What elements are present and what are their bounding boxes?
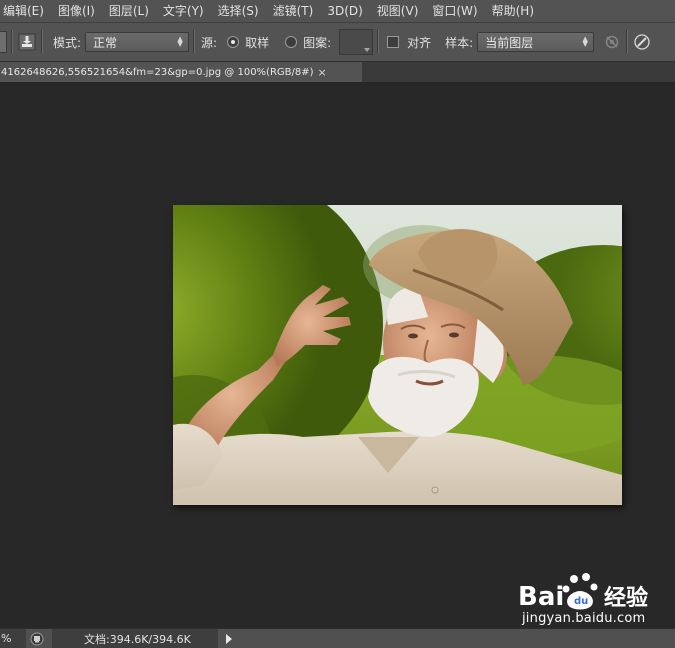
align-label: 对齐: [407, 35, 432, 50]
svg-text:经验: 经验: [604, 585, 648, 611]
align-checkbox[interactable]: [387, 36, 400, 48]
zoom-value: %: [1, 632, 12, 645]
menu-bar: 编辑(E) 图像(I) 图层(L) 文字(Y) 选择(S) 滤镜(T) 3D(D…: [0, 0, 675, 23]
options-divider: [626, 30, 629, 54]
mode-select-value: 正常: [93, 35, 118, 50]
document-image[interactable]: [173, 205, 622, 505]
menu-image[interactable]: 图像(I): [51, 0, 102, 22]
status-menu-arrow-icon[interactable]: [226, 633, 232, 644]
select-arrows-icon: ▲ ▼: [582, 35, 588, 48]
tool-preset-picker[interactable]: [0, 31, 7, 53]
menu-filter[interactable]: 滤镜(T): [266, 0, 321, 22]
close-icon[interactable]: ×: [318, 66, 327, 79]
pressure-brush-icon[interactable]: [632, 32, 652, 52]
menu-help[interactable]: 帮助(H): [485, 0, 541, 22]
sample-select-value: 当前图层: [485, 35, 534, 50]
ignore-adjustment-layers-icon[interactable]: [602, 32, 622, 52]
source-sampled-radio[interactable]: [227, 36, 240, 48]
document-tab-bar: 4162648626,556521654&fm=23&gp=0.jpg @ 10…: [0, 62, 675, 83]
mode-label: 模式:: [53, 35, 82, 50]
document-tab[interactable]: 4162648626,556521654&fm=23&gp=0.jpg @ 10…: [0, 62, 362, 82]
source-pattern-radio[interactable]: [285, 36, 298, 48]
menu-edit[interactable]: 编辑(E): [0, 0, 51, 22]
menu-view[interactable]: 视图(V): [370, 0, 426, 22]
baidu-logo: Bai du 经验: [518, 573, 648, 612]
clone-source-icon[interactable]: [17, 32, 37, 52]
menu-select[interactable]: 选择(S): [211, 0, 266, 22]
svg-text:du: du: [574, 596, 588, 607]
watermark-url: jingyan.baidu.com: [522, 611, 646, 626]
baidu-jingyan-watermark: Bai du 经验 jingyan.baidu.com: [516, 571, 666, 631]
pattern-picker[interactable]: [339, 29, 374, 55]
options-divider: [193, 30, 196, 54]
options-bar: 模式: 正常 ▲ ▼ 源: 取样 图案: 对齐 样本: 当前图层 ▲ ▼: [0, 23, 675, 62]
svg-text:Bai: Bai: [518, 582, 564, 612]
document-tab-title: 4162648626,556521654&fm=23&gp=0.jpg @ 10…: [1, 66, 314, 78]
source-label: 源:: [201, 35, 218, 50]
zoom-field[interactable]: %: [0, 629, 26, 648]
sample-label: 样本:: [445, 35, 474, 50]
status-export-icon[interactable]: [30, 632, 44, 646]
options-divider: [41, 30, 43, 54]
radio-dot-icon: [231, 40, 236, 44]
menu-3d[interactable]: 3D(D): [320, 0, 369, 22]
source-sampled-label: 取样: [245, 35, 270, 50]
source-pattern-label: 图案:: [303, 35, 332, 50]
options-divider: [377, 30, 380, 54]
menu-type[interactable]: 文字(Y): [156, 0, 211, 22]
mode-select[interactable]: 正常 ▲ ▼: [85, 32, 190, 52]
menu-layer[interactable]: 图层(L): [102, 0, 156, 22]
document-size-info: 文档:394.6K/394.6K: [52, 629, 218, 648]
sample-select[interactable]: 当前图层 ▲ ▼: [477, 32, 595, 52]
canvas-area[interactable]: [0, 83, 675, 628]
select-arrows-icon: ▲ ▼: [177, 35, 183, 48]
status-bar: % 文档:394.6K/394.6K: [0, 628, 675, 648]
menu-window[interactable]: 窗口(W): [425, 0, 484, 22]
photo-old-man-with-hat: [173, 205, 622, 505]
options-divider: [11, 30, 13, 54]
document-size-text: 文档:394.6K/394.6K: [84, 632, 191, 646]
